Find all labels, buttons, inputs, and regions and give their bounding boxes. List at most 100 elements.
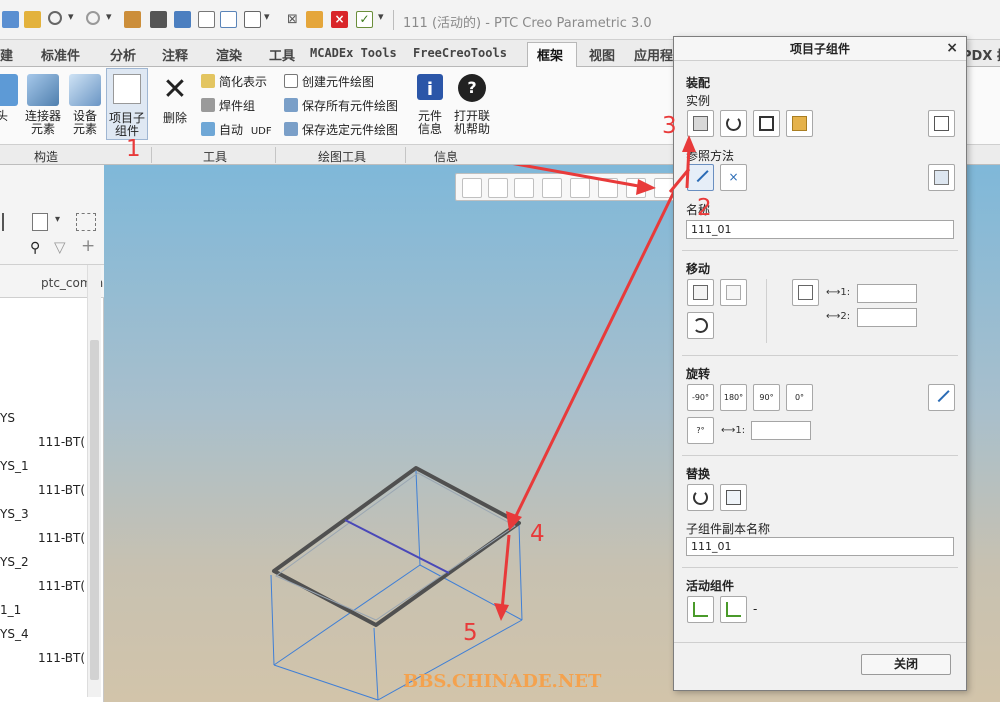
reference-point-button[interactable]: × bbox=[720, 164, 747, 191]
point-icon: × bbox=[728, 170, 739, 184]
tree-row-value: 111-BT( bbox=[38, 435, 86, 449]
windows-dropdown-icon[interactable]: ▾ bbox=[264, 10, 270, 23]
project-subassembly-button[interactable]: 项目子 组件 bbox=[106, 68, 148, 140]
tab-standard-parts[interactable]: 标准件 bbox=[41, 45, 80, 64]
windows-icon[interactable] bbox=[244, 11, 261, 28]
customize-dropdown-icon[interactable]: ▾ bbox=[378, 10, 384, 23]
reference-edit-button[interactable] bbox=[928, 164, 955, 191]
move-rotate-button[interactable] bbox=[687, 312, 714, 339]
tab-view[interactable]: 视图 bbox=[589, 45, 615, 64]
tree-scrollbar[interactable] bbox=[87, 265, 101, 697]
regenerate-icon[interactable] bbox=[124, 11, 141, 28]
undo-icon[interactable] bbox=[48, 11, 62, 25]
redo-icon[interactable] bbox=[86, 11, 100, 25]
flip-diagonal-icon bbox=[933, 385, 950, 403]
move-translate-button[interactable] bbox=[687, 279, 714, 306]
tree-row[interactable]: YS_3 bbox=[0, 507, 29, 521]
subassembly-icon bbox=[113, 74, 141, 104]
reference-line-button[interactable] bbox=[687, 164, 714, 191]
document-icon[interactable] bbox=[198, 11, 215, 28]
tab-mcadex-tools[interactable]: MCADEx Tools bbox=[310, 46, 397, 60]
tab-applications[interactable]: 应用程 bbox=[634, 45, 673, 64]
rotate-custom-button[interactable]: ?° bbox=[687, 417, 714, 444]
undo-dropdown-icon[interactable]: ▾ bbox=[68, 10, 74, 23]
find-binoculars-icon[interactable]: ⚲ bbox=[30, 240, 40, 256]
rotate-90-button[interactable]: 90° bbox=[753, 384, 780, 411]
open-folder-button[interactable] bbox=[786, 110, 813, 137]
weld-group-button[interactable]: 焊件组 bbox=[201, 97, 255, 117]
window-switch-icon[interactable] bbox=[174, 11, 191, 28]
tab-freecreotools[interactable]: FreeCreoTools bbox=[413, 46, 507, 60]
close-icon[interactable]: × bbox=[946, 41, 958, 55]
tab-analysis[interactable]: 分析 bbox=[110, 45, 136, 64]
rotate-flip-button[interactable] bbox=[928, 384, 955, 411]
tree-dropdown-icon[interactable]: ▾ bbox=[55, 214, 60, 225]
move-dimension-button[interactable] bbox=[792, 279, 819, 306]
new-icon[interactable] bbox=[2, 11, 19, 28]
tree-filter-list-icon[interactable] bbox=[32, 213, 48, 231]
name-input[interactable] bbox=[686, 220, 954, 239]
move-dim2-input[interactable] bbox=[857, 308, 917, 327]
close-window-icon[interactable]: ⊠ bbox=[284, 11, 301, 28]
move-copy-button[interactable] bbox=[720, 279, 747, 306]
tree-columns-icon[interactable] bbox=[76, 213, 96, 231]
quick-access-toolbar: ▾ ▾ ▾ ⊠ × ✓ ▾ 111 (活动的) - PTC Creo Param… bbox=[0, 0, 1000, 40]
tree-row[interactable]: YS_1 bbox=[0, 459, 29, 473]
move-dim1-input[interactable] bbox=[857, 284, 917, 303]
rotate-arrows-icon bbox=[693, 318, 708, 333]
camera-icon[interactable] bbox=[150, 11, 167, 28]
tab-frame[interactable]: 框架 bbox=[537, 45, 563, 64]
copy-instance-icon bbox=[759, 116, 774, 131]
replace-undo-button[interactable] bbox=[687, 484, 714, 511]
rotate-180-button[interactable]: 180° bbox=[720, 384, 747, 411]
tree-row[interactable]: YS bbox=[0, 411, 15, 425]
tab-tools[interactable]: 工具 bbox=[269, 45, 295, 64]
save-all-drawings-button[interactable]: 保存所有元件绘图 bbox=[284, 97, 398, 117]
add-icon[interactable]: + bbox=[81, 236, 95, 256]
simplified-rep-button[interactable]: 简化表示 bbox=[201, 73, 267, 93]
move-dim1-label: ⟷1: bbox=[826, 287, 851, 298]
project-subassembly-dialog: 项目子组件 × 装配 实例 参照方法 × 名称 移动 ⟷1: ⟷2 bbox=[673, 36, 967, 691]
delete-button[interactable]: ✕ 删除 bbox=[155, 72, 195, 140]
close-button[interactable]: 关闭 bbox=[861, 654, 951, 675]
model-tree-panel: ▾ ⚲ ▽ + ptc_comm YS 111-BT( YS_1 111-BT(… bbox=[0, 165, 104, 702]
tab-annotate[interactable]: 注释 bbox=[162, 45, 188, 64]
scroll-thumb[interactable] bbox=[90, 340, 99, 680]
redo-dropdown-icon[interactable]: ▾ bbox=[106, 10, 112, 23]
save-selected-drawings-button[interactable]: 保存选定元件绘图 bbox=[284, 121, 398, 141]
checkbox-icon[interactable]: ✓ bbox=[356, 11, 373, 28]
copy-icon[interactable] bbox=[220, 11, 237, 28]
group-info: 信息 bbox=[434, 150, 459, 164]
rotate-0-button[interactable]: 0° bbox=[786, 384, 813, 411]
tree-row[interactable]: 1_1 bbox=[0, 603, 21, 617]
connector-element-button[interactable]: 连接器 元素 bbox=[23, 72, 63, 140]
subassembly-copy-name-input[interactable] bbox=[686, 537, 954, 556]
rotate-dim1-input[interactable] bbox=[751, 421, 811, 440]
auto-udf-button[interactable]: 自动 UDF bbox=[201, 121, 272, 141]
create-drawing-button[interactable]: 创建元件绘图 bbox=[284, 73, 374, 93]
open-help-button[interactable]: ? 打开联 机帮助 bbox=[452, 72, 492, 140]
tab-render[interactable]: 渲染 bbox=[216, 45, 242, 64]
tree-row[interactable]: YS_2 bbox=[0, 555, 29, 569]
active-component-add-button[interactable] bbox=[720, 596, 747, 623]
close-red-icon[interactable]: × bbox=[331, 11, 348, 28]
replace-component-button[interactable] bbox=[720, 484, 747, 511]
tab-model[interactable]: 建 bbox=[0, 45, 13, 64]
help-icon: ? bbox=[458, 74, 486, 102]
device-element-button[interactable]: 设备 元素 bbox=[65, 72, 105, 140]
refresh-button[interactable] bbox=[720, 110, 747, 137]
rotate-minus-90-button[interactable]: -90° bbox=[687, 384, 714, 411]
tree-settings-icon[interactable] bbox=[2, 213, 16, 231]
open-icon[interactable] bbox=[24, 11, 41, 28]
active-component-button[interactable] bbox=[687, 596, 714, 623]
settings-icon[interactable] bbox=[306, 11, 323, 28]
filter-funnel-icon[interactable]: ▽ bbox=[54, 238, 66, 256]
create-drawing-icon bbox=[284, 74, 298, 88]
tree-row[interactable]: YS_4 bbox=[0, 627, 29, 641]
tab-pdx[interactable]: PDX 插 bbox=[962, 45, 1000, 64]
new-instance-button[interactable] bbox=[687, 110, 714, 137]
copy-instance-button[interactable] bbox=[753, 110, 780, 137]
component-info-button[interactable]: i 元件 信息 bbox=[410, 72, 450, 140]
assembly-options-button[interactable] bbox=[928, 110, 955, 137]
save-selected-drawings-label: 保存选定元件绘图 bbox=[302, 123, 399, 137]
